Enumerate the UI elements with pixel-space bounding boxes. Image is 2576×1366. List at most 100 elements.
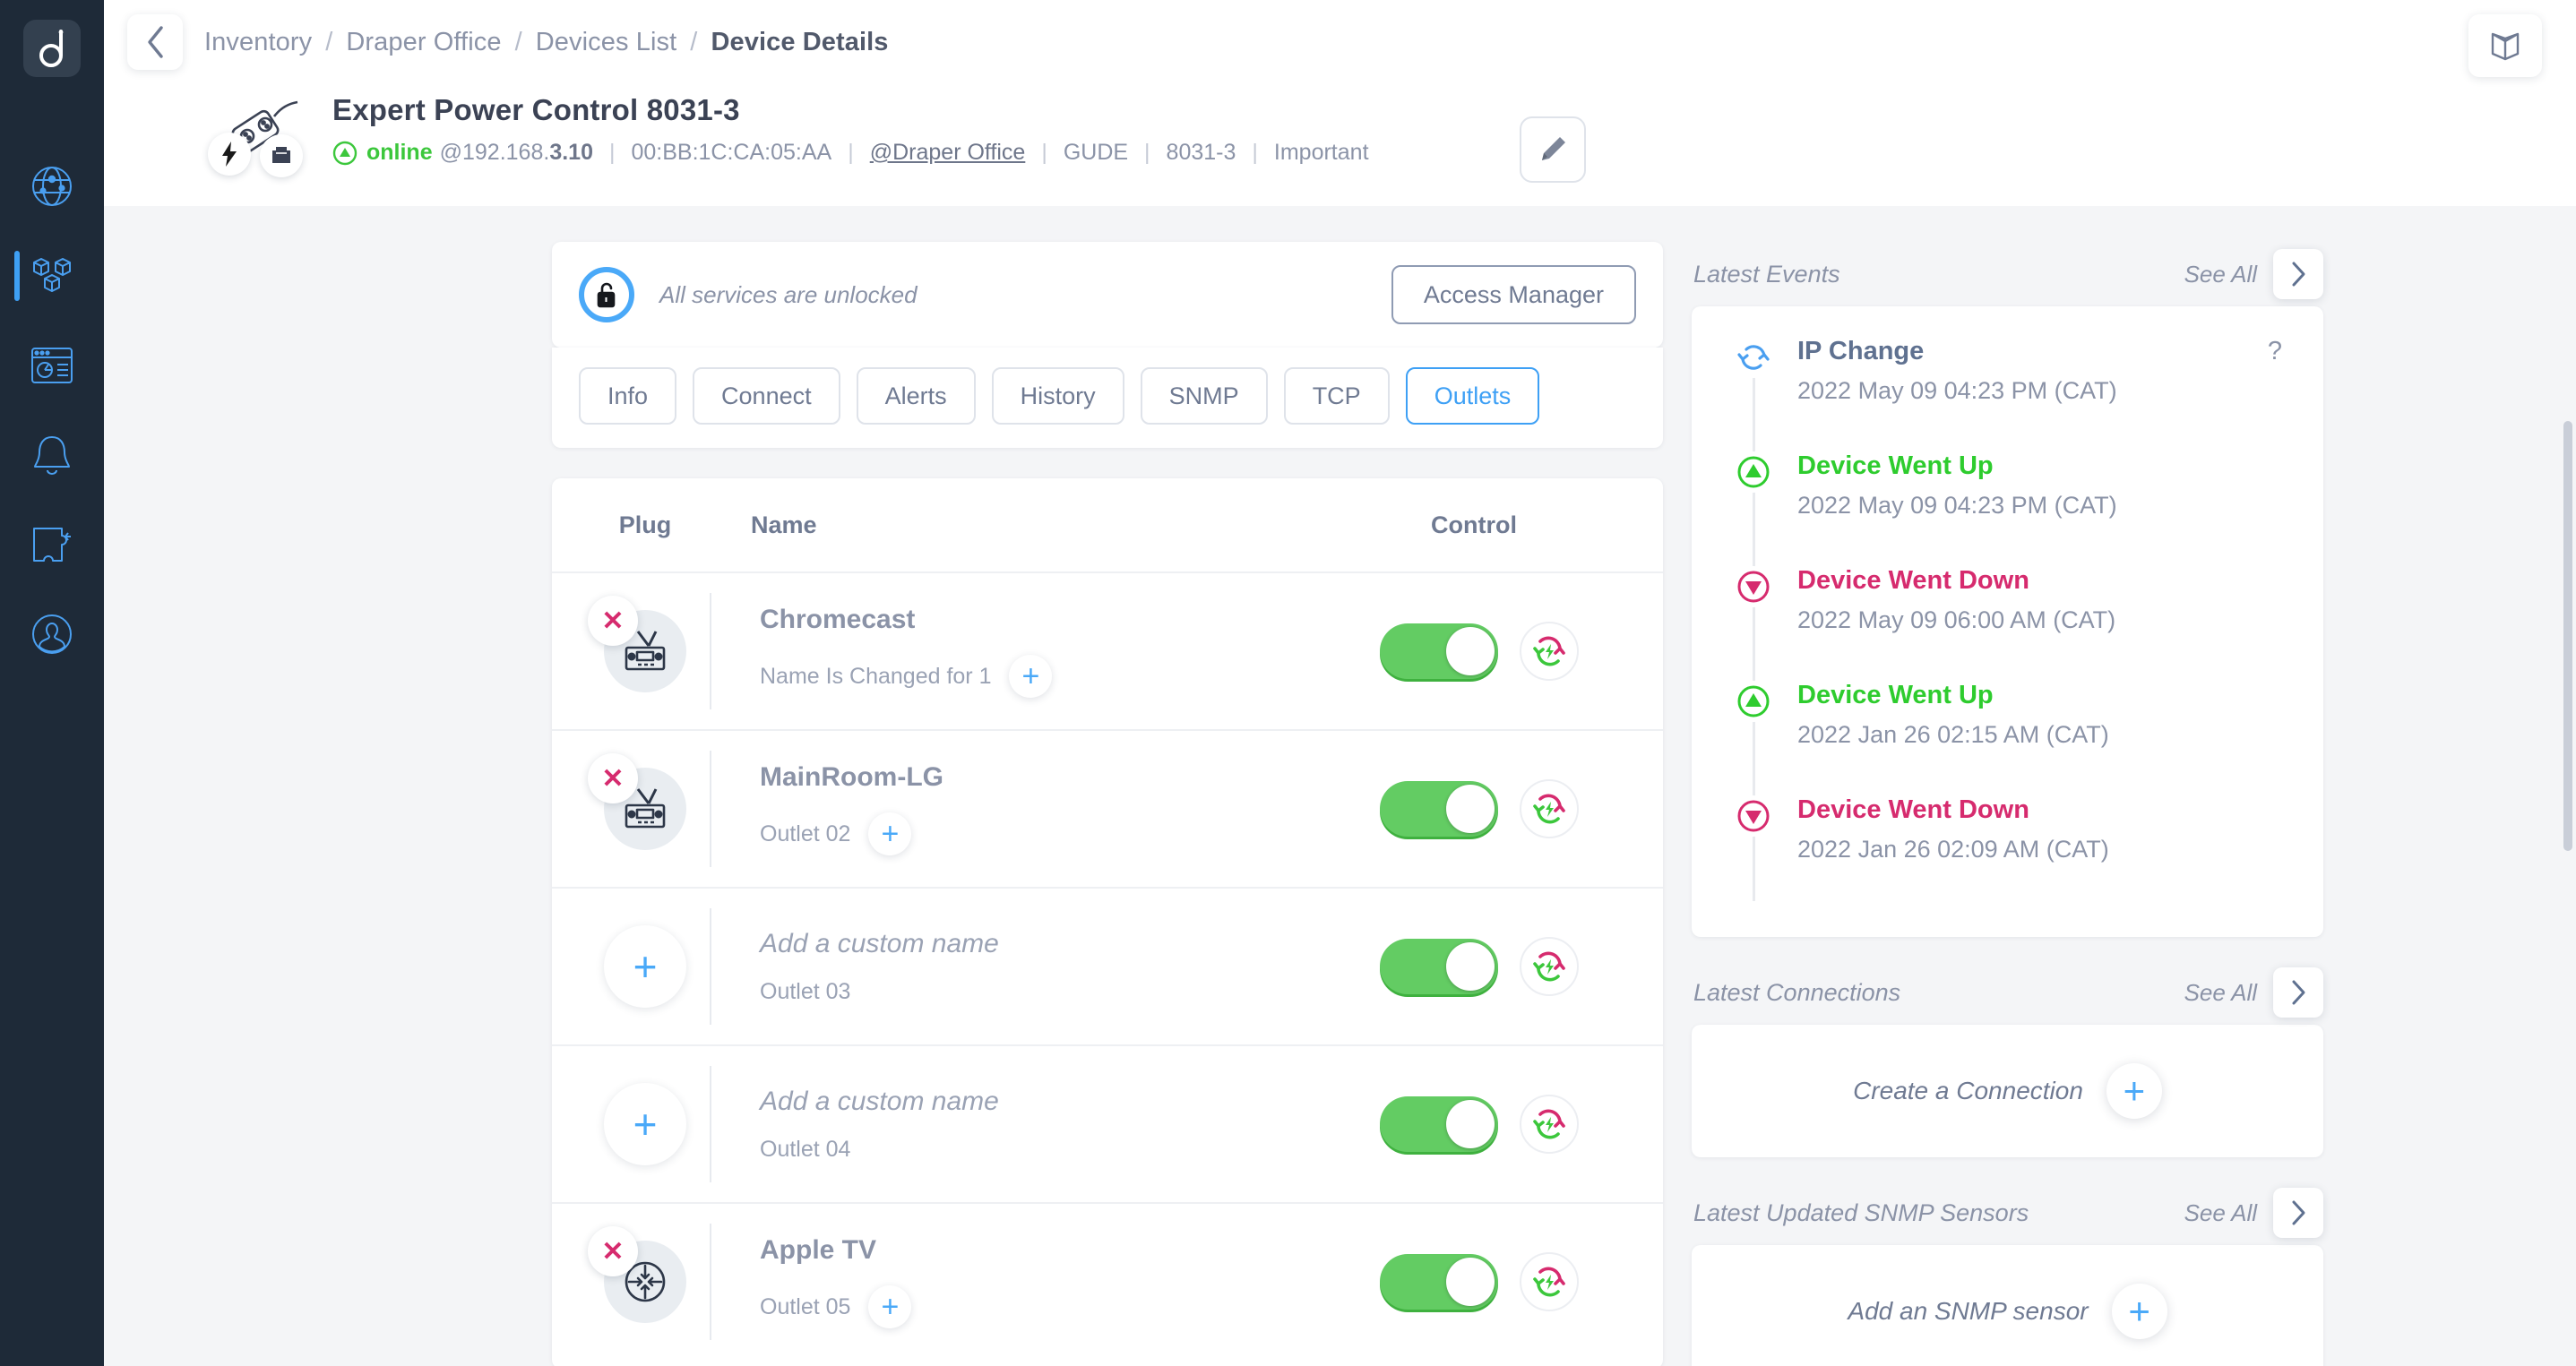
outlet-subline: Outlet 03 (760, 979, 1358, 1005)
add-snmp-sensor-button[interactable]: + (2111, 1284, 2167, 1339)
list-item[interactable]: Device Went Down 2022 Jan 26 02:09 AM (C… (1692, 795, 2323, 910)
outlet-subline: Outlet 04 (760, 1137, 1358, 1163)
outlet-power-toggle[interactable] (1380, 781, 1498, 837)
page-scrollbar[interactable] (2563, 421, 2572, 851)
chevron-right-icon[interactable] (2273, 967, 2323, 1018)
documentation-button[interactable] (2468, 14, 2542, 77)
sidebar-column: Latest Events See All IP Change 2022 May… (1692, 242, 2323, 1366)
chevron-right-icon[interactable] (2273, 249, 2323, 299)
power-cycle-icon[interactable] (1520, 622, 1579, 681)
event-icon-col (1724, 337, 1783, 378)
outlet-sublabel: Name Is Changed for 1 (760, 663, 992, 689)
back-button[interactable] (127, 14, 183, 70)
add-outlet-detail-button[interactable]: + (868, 1285, 912, 1328)
event-help-icon[interactable]: ? (2268, 337, 2291, 366)
add-outlet-detail-button[interactable]: + (868, 812, 912, 855)
main-area: Inventory / Draper Office / Devices List… (104, 0, 2576, 1366)
outlet-plug-cell: + (588, 925, 702, 1008)
tab-connect[interactable]: Connect (693, 367, 840, 425)
breadcrumb-item-inventory[interactable]: Inventory (204, 28, 312, 57)
see-all-snmp-link[interactable]: See All (2184, 1199, 2257, 1227)
create-connection-button[interactable]: + (2106, 1063, 2162, 1119)
domotz-logo-icon[interactable] (23, 20, 81, 77)
outlet-name: Chromecast (760, 605, 916, 634)
device-vendor: GUDE (1063, 140, 1129, 165)
arrow-up-circle-icon (1733, 451, 1774, 493)
add-outlet-detail-button[interactable]: + (1009, 655, 1053, 698)
remove-device-badge[interactable]: ✕ (588, 596, 638, 646)
tab-history[interactable]: History (991, 367, 1124, 425)
tab-snmp[interactable]: SNMP (1140, 367, 1268, 425)
breadcrumb-item-draper-office[interactable]: Draper Office (346, 28, 501, 57)
outlet-power-toggle[interactable] (1380, 939, 1498, 994)
list-item[interactable]: Device Went Down 2022 May 09 06:00 AM (C… (1692, 566, 2323, 681)
pencil-icon (1542, 137, 1565, 160)
ethernet-port-icon (260, 134, 303, 177)
toggle-knob (1446, 627, 1495, 675)
access-manager-button[interactable]: Access Manager (1391, 265, 1636, 324)
outlet-sublabel: Outlet 05 (760, 1293, 851, 1319)
tv-device-icon[interactable]: ✕ (588, 596, 686, 692)
breadcrumb: Inventory / Draper Office / Devices List… (204, 28, 889, 57)
list-item[interactable]: Device Went Up 2022 Jan 26 02:15 AM (CAT… (1692, 681, 2323, 795)
plus-icon: + (633, 943, 658, 990)
add-snmp-sensor-label: Add an SNMP sensor (1848, 1297, 2089, 1325)
sidebar-item-network[interactable] (0, 142, 104, 231)
tv-device-icon[interactable]: ✕ (588, 753, 686, 850)
see-all-connections-link[interactable]: See All (2184, 979, 2257, 1007)
outlet-control-cell (1358, 937, 1627, 996)
add-plug-button[interactable]: + (604, 1083, 686, 1165)
remove-device-badge[interactable]: ✕ (588, 1226, 638, 1276)
outlet-name: MainRoom-LG (760, 762, 943, 792)
edit-device-button[interactable] (1520, 116, 1586, 183)
list-item[interactable]: IP Change 2022 May 09 04:23 PM (CAT) ? (1692, 337, 2323, 451)
breadcrumb-row: Inventory / Draper Office / Devices List… (104, 0, 2576, 70)
power-cycle-icon[interactable] (1520, 1252, 1579, 1311)
chevron-left-icon (148, 26, 163, 58)
breadcrumb-separator: / (690, 27, 698, 56)
tab-info[interactable]: Info (579, 367, 677, 425)
see-all-events-link[interactable]: See All (2184, 261, 2257, 288)
arrow-down-circle-icon (1733, 795, 1774, 837)
outlet-power-toggle[interactable] (1380, 1254, 1498, 1310)
event-time: 2022 Jan 26 02:15 AM (CAT) (1797, 721, 2109, 748)
outlet-name[interactable]: Add a custom name (760, 1087, 1358, 1117)
event-body: Device Went Down 2022 May 09 06:00 AM (C… (1783, 566, 2291, 634)
power-cycle-icon[interactable] (1520, 779, 1579, 838)
table-row: ✕ MainRoom-LG Outlet 02 + (552, 729, 1663, 887)
device-site-link[interactable]: @Draper Office (870, 140, 1026, 166)
outlet-control-cell (1358, 1095, 1627, 1154)
power-cycle-icon[interactable] (1520, 937, 1579, 996)
outlet-plug-cell: ✕ (588, 596, 702, 692)
table-row: ✕ Chromecast Name Is Changed for 1 + (552, 571, 1663, 729)
add-snmp-sensor-card: Add an SNMP sensor + (1692, 1245, 2323, 1366)
tab-outlets[interactable]: Outlets (1405, 367, 1540, 425)
outlet-power-toggle[interactable] (1380, 1096, 1498, 1152)
event-body: IP Change 2022 May 09 04:23 PM (CAT) (1783, 337, 2268, 405)
event-time: 2022 May 09 04:23 PM (CAT) (1797, 377, 2117, 404)
sidebar-item-alerts[interactable] (0, 410, 104, 500)
list-item[interactable]: Device Went Up 2022 May 09 04:23 PM (CAT… (1692, 451, 2323, 566)
add-plug-button[interactable]: + (604, 925, 686, 1008)
event-time: 2022 May 09 06:00 AM (CAT) (1797, 606, 2116, 633)
sidebar-item-account[interactable] (0, 589, 104, 679)
device-summary: Expert Power Control 8031-3 online @192.… (104, 68, 2576, 177)
tab-tcp[interactable]: TCP (1283, 367, 1390, 425)
section-title: Latest Connections (1693, 978, 1901, 1006)
sidebar-item-inventory[interactable] (0, 231, 104, 321)
outlet-name[interactable]: Add a custom name (760, 929, 1358, 959)
event-title: Device Went Up (1797, 451, 1994, 480)
breadcrumb-separator: / (325, 27, 333, 56)
breadcrumb-separator: / (514, 27, 522, 56)
sidebar-item-dashboard[interactable] (0, 321, 104, 410)
book-icon (2491, 32, 2520, 61)
power-cycle-icon[interactable] (1520, 1095, 1579, 1154)
tab-alerts[interactable]: Alerts (856, 367, 976, 425)
collapse-arrows-icon[interactable]: ✕ (588, 1226, 686, 1323)
breadcrumb-item-devices-list[interactable]: Devices List (536, 28, 677, 57)
outlet-power-toggle[interactable] (1380, 623, 1498, 679)
sidebar-item-integrations[interactable] (0, 500, 104, 589)
toggle-knob (1446, 1258, 1495, 1306)
remove-device-badge[interactable]: ✕ (588, 753, 638, 803)
chevron-right-icon[interactable] (2273, 1188, 2323, 1238)
